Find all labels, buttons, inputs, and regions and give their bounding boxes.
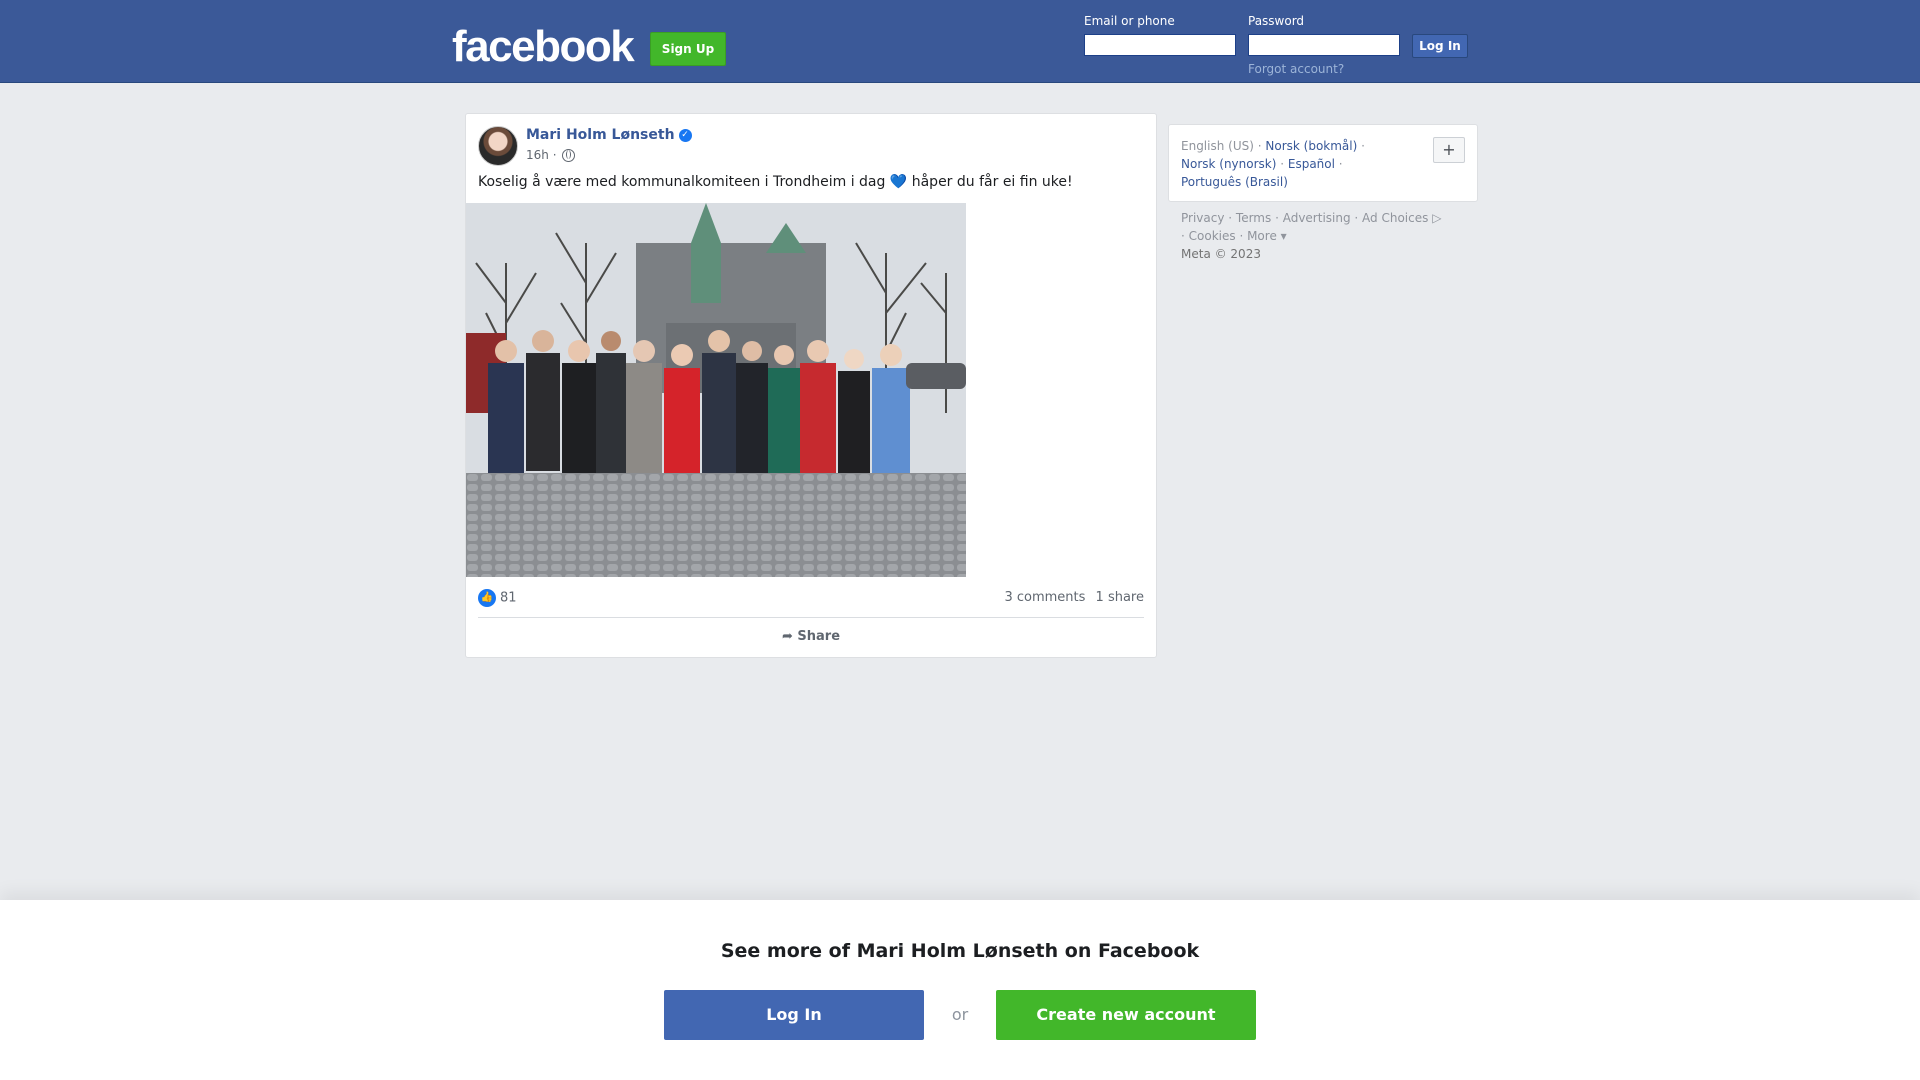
footer-link-advertising[interactable]: Advertising	[1283, 211, 1351, 225]
avatar[interactable]	[478, 126, 518, 166]
language-selector: English (US) · Norsk (bokmål) · Norsk (n…	[1168, 124, 1478, 202]
banner-title: See more of Mari Holm Lønseth on Faceboo…	[720, 940, 1200, 962]
or-separator: or	[951, 1005, 969, 1024]
footer-link-cookies[interactable]: Cookies	[1189, 229, 1236, 243]
post-author[interactable]: Mari Holm Lønseth ✓	[526, 127, 692, 143]
share-label: Share	[797, 629, 841, 644]
email-field[interactable]	[1084, 34, 1236, 56]
footer-link-ad-choices[interactable]: Ad Choices	[1362, 211, 1428, 225]
footer-link-privacy[interactable]: Privacy	[1181, 211, 1224, 225]
login-prompt-banner	[0, 900, 1920, 1080]
copyright: Meta © 2023	[1181, 247, 1261, 261]
banner-login-button[interactable]: Log In	[664, 990, 924, 1040]
shares-count[interactable]: 1 share	[1096, 590, 1144, 605]
share-icon: ➦	[781, 629, 793, 644]
globe-icon	[562, 149, 576, 162]
password-field[interactable]	[1248, 34, 1400, 56]
post-text: Koselig å være med kommunalkomiteen i Tr…	[478, 174, 1073, 190]
more-languages-button[interactable]: +	[1433, 137, 1465, 163]
verified-badge-icon: ✓	[678, 128, 692, 142]
language-link-espanol[interactable]: Español	[1288, 157, 1335, 171]
footer-link-terms[interactable]: Terms	[1236, 211, 1271, 225]
divider	[478, 617, 1144, 618]
sign-up-button[interactable]: Sign Up	[650, 32, 726, 66]
chevron-down-icon: ▾	[1276, 229, 1287, 243]
post-photo[interactable]	[466, 203, 966, 577]
post-meta: 16h ·	[526, 148, 576, 162]
post-author-name[interactable]: Mari Holm Lønseth	[526, 127, 675, 143]
password-label: Password	[1248, 14, 1305, 28]
footer-links: Privacy · Terms · Advertising · Ad Choic…	[1181, 211, 1442, 261]
like-icon: 👍	[478, 589, 496, 607]
ad-choices-icon: ▷	[1428, 211, 1442, 225]
comments-count[interactable]: 3 comments	[1004, 590, 1085, 605]
top-navigation-bar: facebook Sign Up Email or phone Password…	[0, 0, 1920, 83]
footer-link-more[interactable]: More	[1247, 229, 1277, 243]
facebook-logo[interactable]: facebook	[452, 22, 635, 72]
language-link-portugues-brasil[interactable]: Português (Brasil)	[1181, 175, 1288, 189]
group-photo-illustration	[466, 203, 966, 577]
language-link-norsk-bokmal[interactable]: Norsk (bokmål)	[1265, 139, 1357, 153]
language-link-norsk-nynorsk[interactable]: Norsk (nynorsk)	[1181, 157, 1276, 171]
like-count[interactable]: 81	[500, 591, 517, 606]
email-label: Email or phone	[1084, 14, 1175, 28]
create-account-button[interactable]: Create new account	[996, 990, 1256, 1040]
share-button[interactable]: ➦ Share	[478, 622, 1144, 652]
current-language: English (US)	[1181, 139, 1254, 153]
post-card: Mari Holm Lønseth ✓ 16h · Koselig å være …	[465, 113, 1157, 658]
post-stats: 3 comments 1 share	[998, 590, 1144, 605]
reactions-summary[interactable]: 👍 81	[478, 589, 517, 607]
post-time[interactable]: 16h ·	[526, 148, 557, 162]
forgot-account-link[interactable]: Forgot account?	[1248, 62, 1344, 76]
header-login-button[interactable]: Log In	[1412, 34, 1468, 58]
